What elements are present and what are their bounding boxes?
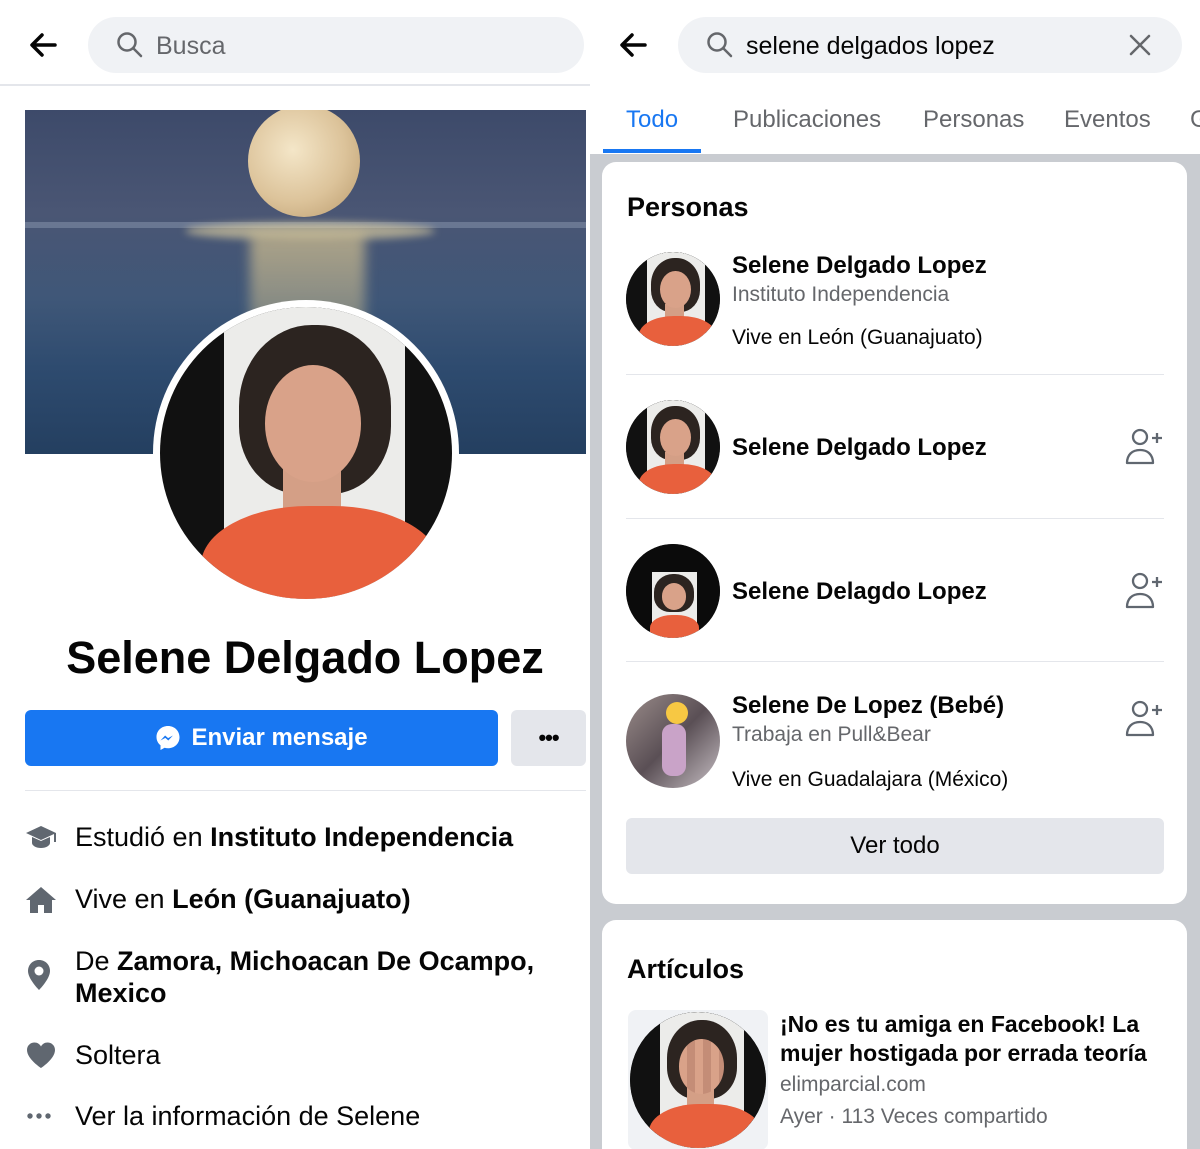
- info-relationship: Soltera: [25, 1039, 161, 1071]
- add-friend-icon[interactable]: [1124, 428, 1164, 471]
- article-title[interactable]: ¡No es tu amiga en Facebook! La mujer ho…: [780, 1010, 1160, 1068]
- person-result[interactable]: Selene De Lopez (Bebé) Trabaja en Pull&B…: [626, 692, 1164, 792]
- back-arrow-icon[interactable]: [26, 28, 60, 62]
- articles-section-title: Artículos: [627, 954, 745, 984]
- profile-pane: Busca Selene Delgado Lopez Enviar mensaj…: [0, 0, 590, 1149]
- search-results-pane: selene delgados lopez Todo Publicaciones…: [590, 0, 1200, 1149]
- avatar[interactable]: [626, 694, 720, 788]
- tab-publicaciones[interactable]: Publicaciones: [733, 106, 881, 134]
- person-subtitle: Instituto Independencia: [732, 283, 950, 306]
- person-name[interactable]: Selene De Lopez (Bebé): [732, 692, 1004, 720]
- search-placeholder: Busca: [156, 32, 226, 60]
- person-location: Vive en León (Guanajuato): [732, 326, 983, 349]
- info-lives-in: Vive en León (Guanajuato): [25, 883, 411, 915]
- tab-more[interactable]: G: [1190, 106, 1200, 134]
- profile-name: Selene Delgado Lopez: [66, 632, 544, 683]
- clear-search-icon[interactable]: [1128, 33, 1152, 62]
- search-tabs: Todo Publicaciones Personas Eventos G: [590, 86, 1200, 154]
- article-meta: Ayer · 113 Veces compartido: [780, 1105, 1048, 1128]
- home-icon: [25, 883, 75, 915]
- messenger-icon: [155, 725, 181, 751]
- person-result[interactable]: Selene Delgado Lopez Instituto Independe…: [626, 252, 1164, 349]
- divider: [626, 374, 1164, 375]
- person-location: Vive en Guadalajara (México): [732, 768, 1009, 791]
- divider: [25, 790, 586, 791]
- see-info-link[interactable]: Ver la información de Selene: [25, 1100, 420, 1132]
- person-name[interactable]: Selene Delgado Lopez: [732, 434, 987, 462]
- moon-image: [248, 110, 360, 217]
- add-friend-icon[interactable]: [1124, 700, 1164, 743]
- search-top-bar: selene delgados lopez: [590, 0, 1200, 86]
- back-arrow-icon[interactable]: [616, 28, 650, 62]
- info-education: Estudió en Instituto Independencia: [25, 821, 513, 853]
- profile-picture[interactable]: [153, 300, 459, 606]
- heart-icon: [25, 1039, 75, 1069]
- divider: [626, 518, 1164, 519]
- send-message-button[interactable]: Enviar mensaje: [25, 710, 498, 766]
- tab-todo[interactable]: Todo: [626, 106, 678, 134]
- person-name[interactable]: Selene Delgado Lopez: [732, 252, 987, 280]
- article-thumbnail[interactable]: [628, 1010, 768, 1149]
- search-input[interactable]: Busca: [88, 17, 584, 73]
- tab-eventos[interactable]: Eventos: [1064, 106, 1151, 134]
- more-options-button[interactable]: •••: [511, 710, 586, 766]
- send-message-label: Enviar mensaje: [191, 724, 368, 751]
- person-subtitle: Trabaja en Pull&Bear: [732, 723, 931, 746]
- search-icon: [116, 31, 144, 64]
- person-result[interactable]: Selene Delagdo Lopez: [626, 544, 1164, 640]
- info-hometown: De Zamora, Michoacan De Ocampo, Mexico: [25, 945, 534, 1009]
- divider: [626, 661, 1164, 662]
- article-source: elimparcial.com: [780, 1073, 926, 1096]
- add-friend-icon[interactable]: [1124, 572, 1164, 615]
- more-dots-icon: [25, 1100, 75, 1132]
- profile-top-bar: Busca: [0, 0, 590, 86]
- avatar[interactable]: [626, 252, 720, 346]
- people-section-title: Personas: [627, 192, 749, 222]
- active-tab-indicator: [603, 149, 701, 153]
- location-pin-icon: [25, 945, 75, 991]
- see-all-button[interactable]: Ver todo: [626, 818, 1164, 874]
- person-name[interactable]: Selene Delagdo Lopez: [732, 578, 987, 606]
- tab-personas[interactable]: Personas: [923, 106, 1024, 134]
- articles-card: Artículos ¡No es tu amiga en Facebook! L…: [602, 920, 1187, 1149]
- avatar[interactable]: [626, 544, 720, 638]
- search-input[interactable]: selene delgados lopez: [678, 17, 1182, 73]
- people-card: Personas Selene Delgado Lopez Instituto …: [602, 162, 1187, 904]
- search-query: selene delgados lopez: [746, 32, 995, 60]
- graduation-cap-icon: [25, 821, 75, 853]
- person-result[interactable]: Selene Delgado Lopez: [626, 400, 1164, 496]
- avatar[interactable]: [626, 400, 720, 494]
- search-icon: [706, 31, 734, 64]
